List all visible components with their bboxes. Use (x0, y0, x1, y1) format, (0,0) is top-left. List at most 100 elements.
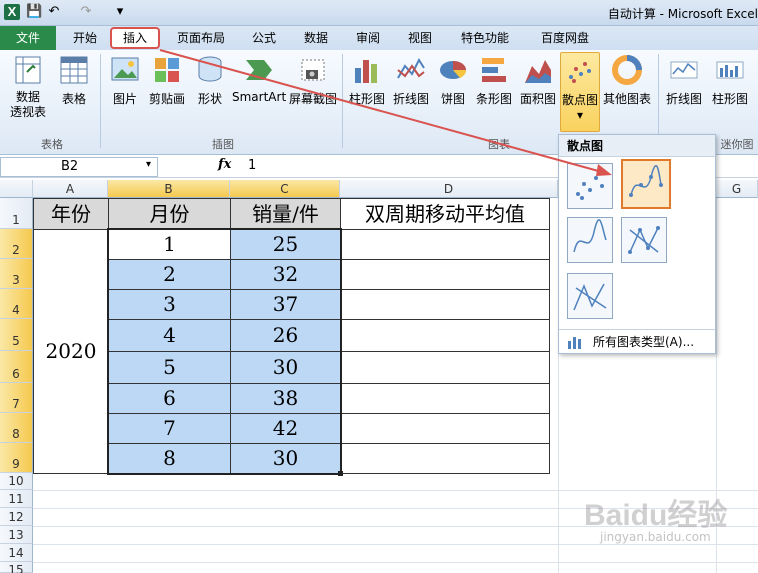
cell-sales[interactable]: 30 (230, 443, 341, 474)
save-icon[interactable]: 💾 (26, 4, 42, 20)
pivot-table-button[interactable]: 数据 透视表 (4, 54, 52, 120)
picture-button[interactable]: 图片 (106, 54, 144, 107)
cell-sales[interactable]: 25 (230, 229, 341, 260)
cell-header-month[interactable]: 月份 (108, 198, 231, 230)
window-title: 自动计算 - Microsoft Excel (607, 7, 758, 21)
tab-home[interactable]: 开始 (62, 26, 108, 50)
sparkline-line-icon (670, 61, 698, 79)
column-chart-button[interactable]: 柱形图 (346, 54, 388, 107)
column-header-g[interactable]: G (716, 180, 758, 198)
pivot-table-icon (15, 56, 41, 84)
scatter-markers-only-option[interactable] (567, 163, 613, 209)
cell-moving-average[interactable] (340, 259, 550, 290)
select-all-corner[interactable] (0, 180, 33, 198)
area-chart-button[interactable]: 面积图 (518, 54, 558, 107)
scatter-chart-button[interactable]: 散点图 ▾ (560, 52, 600, 132)
row-header-8[interactable]: 8 (0, 413, 33, 443)
tab-data[interactable]: 数据 (292, 26, 340, 50)
screenshot-button[interactable]: 屏幕截图 (288, 54, 338, 107)
scatter-smooth-lines-option[interactable] (567, 217, 613, 263)
cell-month[interactable]: 2 (108, 259, 231, 290)
undo-icon[interactable]: ↶ (46, 4, 62, 20)
cell-header-moving-average[interactable]: 双周期移动平均值 (340, 198, 550, 230)
cell-sales[interactable]: 32 (230, 259, 341, 290)
area-chart-icon (525, 60, 551, 83)
cell-month[interactable]: 4 (108, 319, 231, 352)
picture-icon (111, 57, 139, 81)
scatter-straight-lines-option[interactable] (567, 273, 613, 319)
insert-function-icon[interactable]: fx (218, 157, 231, 172)
cell-month[interactable]: 8 (108, 443, 231, 474)
row-header-11[interactable]: 11 (0, 490, 33, 508)
cell-moving-average[interactable] (340, 351, 550, 384)
row-header-14[interactable]: 14 (0, 544, 33, 562)
row-header-5[interactable]: 5 (0, 319, 33, 351)
row-header-10[interactable]: 10 (0, 473, 33, 490)
scatter-smooth-lines-markers-option[interactable] (621, 159, 671, 209)
line-chart-button[interactable]: 折线图 (390, 54, 432, 107)
redo-icon[interactable]: ↷ (78, 4, 94, 20)
row-header-7[interactable]: 7 (0, 383, 33, 413)
cell-header-year[interactable]: 年份 (33, 198, 109, 230)
row-header-2[interactable]: 2 (0, 229, 33, 259)
cell-sales[interactable]: 26 (230, 319, 341, 352)
row-header-9[interactable]: 9 (0, 443, 33, 473)
cell-moving-average[interactable] (340, 229, 550, 260)
cell-month[interactable]: 5 (108, 351, 231, 384)
shapes-button[interactable]: 形状 (190, 54, 230, 107)
column-header-d[interactable]: D (340, 180, 558, 198)
tab-baidu-netdisk[interactable]: 百度网盘 (530, 26, 600, 50)
cell-month[interactable]: 3 (108, 289, 231, 320)
row-header-3[interactable]: 3 (0, 259, 33, 289)
pie-chart-button[interactable]: 饼图 (436, 54, 470, 107)
cell-sales[interactable]: 37 (230, 289, 341, 320)
tab-formulas[interactable]: 公式 (240, 26, 288, 50)
row-header-13[interactable]: 13 (0, 526, 33, 544)
name-box-dropdown-icon[interactable]: ▾ (146, 159, 151, 170)
tab-review[interactable]: 审阅 (344, 26, 392, 50)
tab-view[interactable]: 视图 (396, 26, 444, 50)
cell-moving-average[interactable] (340, 383, 550, 414)
other-charts-button[interactable]: 其他图表 (602, 54, 652, 107)
row-header-4[interactable]: 4 (0, 289, 33, 319)
bar-chart-button[interactable]: 条形图 (474, 54, 514, 107)
column-header-b[interactable]: B (108, 180, 230, 198)
sparkline-column-button[interactable]: 柱形图 (708, 54, 752, 107)
smartart-button[interactable]: SmartArt (232, 54, 286, 104)
row-header-6[interactable]: 6 (0, 351, 33, 383)
column-header-a[interactable]: A (33, 180, 108, 198)
fill-handle[interactable] (338, 471, 343, 476)
row-header-12[interactable]: 12 (0, 508, 33, 526)
table-icon (60, 56, 88, 84)
chart-types-icon (568, 337, 581, 349)
sparkline-line-button[interactable]: 折线图 (662, 54, 706, 107)
clipart-button[interactable]: 剪贴画 (146, 54, 188, 107)
row-header-1[interactable]: 1 (0, 198, 33, 229)
name-box[interactable]: B2 (0, 157, 158, 177)
table-button[interactable]: 表格 (56, 54, 92, 107)
cell-moving-average[interactable] (340, 319, 550, 352)
cell-year[interactable]: 2020 (33, 229, 109, 474)
clipart-icon (155, 58, 179, 82)
formula-input[interactable]: 1 (248, 158, 256, 173)
tab-page-layout[interactable]: 页面布局 (166, 26, 236, 50)
cell-moving-average[interactable] (340, 413, 550, 444)
tab-special-features[interactable]: 特色功能 (450, 26, 520, 50)
cell-sales[interactable]: 38 (230, 383, 341, 414)
cell-header-sales[interactable]: 销量/件 (230, 198, 341, 230)
cell-moving-average[interactable] (340, 289, 550, 320)
cell-month[interactable]: 6 (108, 383, 231, 414)
cell-month[interactable]: 7 (108, 413, 231, 444)
other-charts-icon (612, 55, 642, 85)
customize-quick-access-icon[interactable]: ▾ (112, 4, 128, 20)
cell-moving-average[interactable] (340, 443, 550, 474)
cell-sales[interactable]: 30 (230, 351, 341, 384)
column-header-c[interactable]: C (230, 180, 340, 198)
row-header-15[interactable]: 15 (0, 562, 33, 573)
tab-file[interactable]: 文件 (0, 26, 56, 50)
tab-insert[interactable]: 插入 (110, 27, 160, 49)
all-chart-types-option[interactable]: 所有图表类型(A)... (559, 329, 715, 353)
cell-sales[interactable]: 42 (230, 413, 341, 444)
cell-month[interactable]: 1 (108, 229, 231, 260)
scatter-straight-lines-markers-option[interactable] (621, 217, 667, 263)
